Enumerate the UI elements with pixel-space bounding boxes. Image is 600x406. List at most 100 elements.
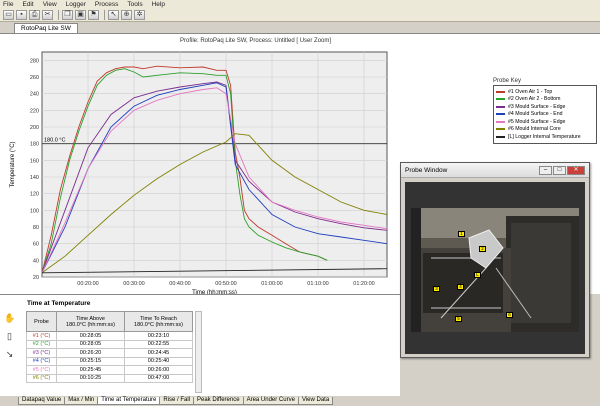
menu-logger[interactable]: Logger [66,1,86,8]
hand-icon[interactable]: ✋ [4,313,15,324]
document-tab[interactable]: RotoPaq Lite SW [14,23,78,33]
column-header-probe[interactable]: Probe [26,311,57,332]
analysis-tab[interactable]: Rise / Fall [159,397,194,405]
table-cell-above: 00:25:45 [56,365,125,375]
legend-entry[interactable]: [L] Logger Internal Temperature [496,133,594,141]
legend-label: #2 Oven Air 2 - Bottom [508,96,561,103]
legend-entry[interactable]: #6 Mould Internal Core [496,126,594,134]
y-tick-label: 120 [30,192,39,198]
legend-entry[interactable]: #4 Mould Surface - End [496,111,594,119]
table-row[interactable]: #1 (°C) 00:28:05 00:23:10 [26,331,193,341]
settings-icon[interactable]: ✲ [134,10,145,20]
table-cell-above: 00:26:20 [56,348,125,358]
probe-label-5: 5 [455,316,462,322]
column-header-time-to-reach[interactable]: Time To Reach 180.0°C (hh:mm:ss) [124,311,193,332]
legend-entry[interactable]: #5 Mould Surface - Edge [496,118,594,126]
table-cell-reach: 00:24:45 [124,348,193,358]
zoom-icon[interactable]: ⊕ [121,10,132,20]
table-cell-reach: 00:26:00 [124,365,193,375]
menu-edit[interactable]: Edit [22,1,33,8]
cursor-icon[interactable]: ↖ [108,10,119,20]
legend-label: #4 Mould Surface - End [508,111,563,118]
maximize-button[interactable]: □ [553,166,566,175]
menu-bar: File Edit View Logger Process Tools Help [0,0,600,9]
legend-label: [L] Logger Internal Temperature [508,133,581,140]
probe-window[interactable]: Probe Window – □ ✕ 1 2 3 4 5 6 L [400,162,590,358]
open-icon[interactable]: ▭ [3,10,14,20]
x-tick-label: 00:30:00 [123,281,144,287]
oven-photo-drawing [411,208,579,332]
probe-label-logger: L [474,272,481,278]
x-tick-label: 00:50:00 [215,281,236,287]
analysis-tab[interactable]: Max / Min [64,397,99,405]
print-icon[interactable]: ⎙ [29,10,40,20]
table-cell-above: 00:25:15 [56,356,125,366]
table-cell-reach: 00:47:00 [124,373,193,383]
analysis-tab[interactable]: View Data [297,397,334,405]
toolbar: ▭ ▪ ⎙ ✂ ❐ ▣ ⚑ ↖ ⊕ ✲ [0,9,600,22]
legend-entry[interactable]: #2 Oven Air 2 - Bottom [496,96,594,104]
table-cell-probe: #1 (°C) [26,331,57,341]
table-cell-probe: #6 (°C) [26,373,57,383]
menu-file[interactable]: File [3,1,13,8]
menu-tools[interactable]: Tools [127,1,142,8]
table-row[interactable]: #3 (°C) 00:26:20 00:24:45 [26,348,193,358]
y-tick-label: 180 [30,142,39,148]
analysis-tab[interactable]: Datapaq Value [18,397,66,405]
legend-label: #6 Mould Internal Core [508,126,561,133]
probe-window-body: 1 2 3 4 5 6 L [405,182,585,354]
table-scrollbar[interactable] [195,311,202,393]
menu-view[interactable]: View [43,1,57,8]
table-row[interactable]: #2 (°C) 00:28:05 00:22:55 [26,339,193,349]
probe-label-1: 1 [458,231,465,237]
table-cell-above: 00:10:25 [56,373,125,383]
close-button[interactable]: ✕ [567,166,585,175]
legend-label: #5 Mould Surface - Edge [508,118,566,125]
y-tick-label: 140 [30,175,39,181]
table-row[interactable]: #6 (°C) 00:10:25 00:47:00 [26,373,193,383]
legend-title: Probe Key [493,78,522,84]
x-tick-label: 00:40:00 [169,281,190,287]
monitor-icon[interactable]: ▣ [75,10,86,20]
probe-label-4: 4 [457,284,464,290]
y-tick-label: 220 [30,108,39,114]
legend-entry[interactable]: #3 Mould Surface - Edge [496,103,594,111]
table-cell-reach: 00:23:10 [124,331,193,341]
menu-help[interactable]: Help [152,1,165,8]
minimize-button[interactable]: – [539,166,552,175]
legend-swatch [496,135,505,138]
legend-entry[interactable]: #1 Oven Air 1 - Top [496,88,594,96]
analysis-tab[interactable]: Area Under Curve [242,397,299,405]
y-axis-label: Temperature (°C) [10,141,16,187]
copy-icon[interactable]: ❐ [62,10,73,20]
table-cell-probe: #2 (°C) [26,339,57,349]
y-tick-label: 260 [30,75,39,81]
x-tick-label: 01:10:00 [307,281,328,287]
legend-swatch [496,90,505,93]
pointer-icon[interactable]: ↘ [4,349,15,360]
cut-icon[interactable]: ✂ [42,10,53,20]
probe-label-3: 3 [433,286,440,292]
table-cell-probe: #3 (°C) [26,348,57,358]
analysis-tab[interactable]: Peak Difference [192,397,244,405]
table-row[interactable]: #4 (°C) 00:25:15 00:25:40 [26,356,193,366]
reference-line-label: 180.0 °C [44,138,65,144]
y-tick-label: 80 [33,225,39,231]
legend-swatch [496,128,505,131]
table-cell-reach: 00:22:55 [124,339,193,349]
y-tick-label: 20 [33,275,39,281]
y-tick-label: 40 [33,258,39,264]
oven-photo: 1 2 3 4 5 6 L [411,208,579,332]
table-row[interactable]: #5 (°C) 00:25:45 00:26:00 [26,365,193,375]
y-tick-label: 200 [30,125,39,131]
analysis-tab[interactable]: Time at Temperature [97,397,161,405]
window-controls: – □ ✕ [538,166,585,175]
x-tick-label: 00:20:00 [77,281,98,287]
column-header-time-above[interactable]: Time Above 180.0°C (hh:mm:ss) [56,311,125,332]
analysis-tabs: Datapaq Value Max / Min Time at Temperatur… [0,397,600,406]
flag-icon[interactable]: ⚑ [88,10,99,20]
save-icon[interactable]: ▪ [16,10,27,20]
probe-legend: Probe Key #1 Oven Air 1 - Top #2 Oven Air… [493,78,597,170]
menu-process[interactable]: Process [95,1,118,8]
document-icon[interactable]: ▯ [4,331,15,342]
